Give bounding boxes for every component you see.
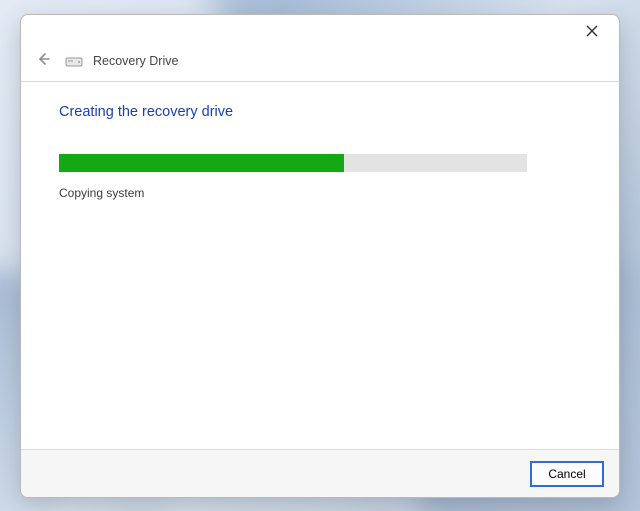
drive-icon [65, 54, 83, 68]
wizard-header: Recovery Drive [21, 51, 619, 81]
status-text: Copying system [59, 186, 581, 200]
recovery-drive-dialog: Recovery Drive Creating the recovery dri… [20, 14, 620, 498]
back-arrow-icon [36, 51, 52, 72]
wizard-footer: Cancel [21, 449, 619, 497]
instruction-text: Creating the recovery drive [59, 104, 581, 120]
cancel-button[interactable]: Cancel [531, 462, 603, 486]
window-titlebar [21, 15, 619, 51]
back-button[interactable] [33, 50, 55, 72]
progress-bar [59, 154, 527, 172]
progress-fill [59, 154, 344, 172]
close-icon [586, 24, 598, 42]
app-title: Recovery Drive [93, 54, 178, 68]
close-button[interactable] [573, 19, 611, 47]
wizard-content: Creating the recovery drive Copying syst… [21, 82, 619, 449]
